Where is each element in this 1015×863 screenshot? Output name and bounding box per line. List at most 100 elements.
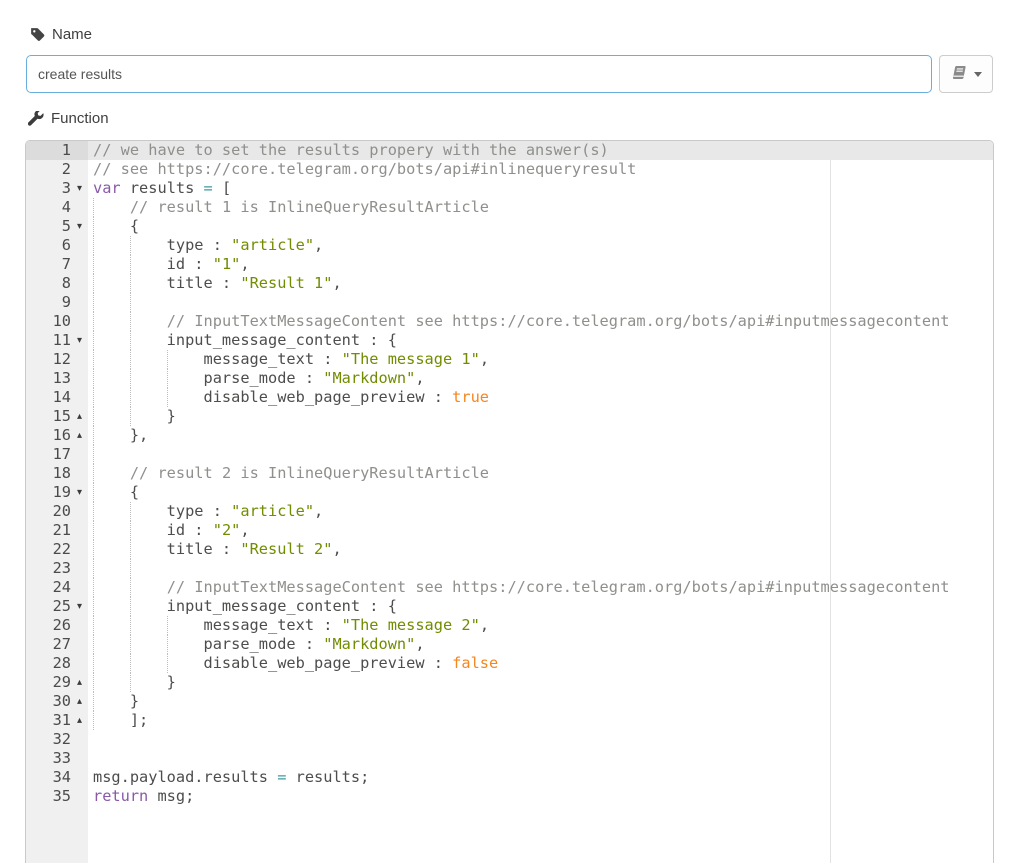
gutter-cell: 10	[26, 312, 88, 331]
line-number: 10	[26, 312, 71, 331]
fold-open-icon[interactable]: ▾	[71, 331, 88, 350]
fold-end-icon[interactable]: ▴	[71, 673, 88, 692]
gutter-cell: 8	[26, 274, 88, 293]
code-line-text: type : "article",	[88, 236, 993, 255]
line-number: 7	[26, 255, 71, 274]
indent-guide	[93, 445, 94, 464]
name-input[interactable]	[26, 55, 932, 93]
indent-guide	[93, 540, 94, 559]
line-number: 20	[26, 502, 71, 521]
indent-guide	[130, 654, 131, 673]
indent-guide	[167, 369, 168, 388]
code-editor[interactable]: 1// we have to set the results propery w…	[25, 140, 994, 863]
code-line: 27 parse_mode : "Markdown",	[26, 635, 993, 654]
gutter-cell: 26	[26, 616, 88, 635]
fold-end-icon[interactable]: ▴	[71, 407, 88, 426]
code-token: // InputTextMessageContent see https://c…	[167, 578, 950, 596]
code-token: input_message_content : {	[93, 331, 397, 349]
code-token: disable_web_page_preview :	[93, 388, 452, 406]
code-line-text: title : "Result 2",	[88, 540, 993, 559]
fold-spacer	[71, 160, 88, 179]
indent-guide	[130, 312, 131, 331]
code-line-text: disable_web_page_preview : true	[88, 388, 993, 407]
line-number: 3	[26, 179, 71, 198]
code-line: 30▴ }	[26, 692, 993, 711]
code-token: ,	[314, 502, 323, 520]
library-button[interactable]	[939, 55, 993, 93]
code-token: ,	[332, 540, 341, 558]
code-token: ,	[240, 521, 249, 539]
fold-end-icon[interactable]: ▴	[71, 692, 88, 711]
fold-open-icon[interactable]: ▾	[71, 179, 88, 198]
code-line: 18 // result 2 is InlineQueryResultArtic…	[26, 464, 993, 483]
line-number: 19	[26, 483, 71, 502]
indent-guide	[167, 350, 168, 369]
gutter-cell: 28	[26, 654, 88, 673]
code-token: false	[452, 654, 498, 672]
code-line-text: id : "2",	[88, 521, 993, 540]
code-token: input_message_content : {	[93, 597, 397, 615]
fold-spacer	[71, 255, 88, 274]
fold-open-icon[interactable]: ▾	[71, 217, 88, 236]
code-line-text: // InputTextMessageContent see https://c…	[88, 578, 993, 597]
tag-icon	[30, 27, 45, 42]
indent-guide	[93, 331, 94, 350]
gutter-cell: 4	[26, 198, 88, 217]
line-number: 31	[26, 711, 71, 730]
code-line-text: // result 2 is InlineQueryResultArticle	[88, 464, 993, 483]
code-line: 11▾ input_message_content : {	[26, 331, 993, 350]
code-line-text: message_text : "The message 1",	[88, 350, 993, 369]
gutter-cell: 31▴	[26, 711, 88, 730]
gutter-cell: 35	[26, 787, 88, 806]
line-number: 13	[26, 369, 71, 388]
gutter-cell: 17	[26, 445, 88, 464]
book-icon	[951, 65, 968, 83]
fold-open-icon[interactable]: ▾	[71, 597, 88, 616]
indent-guide	[93, 692, 94, 711]
gutter-cell: 32	[26, 730, 88, 749]
line-number: 27	[26, 635, 71, 654]
indent-guide	[93, 293, 94, 312]
indent-guide	[93, 521, 94, 540]
fold-spacer	[71, 312, 88, 331]
line-number: 34	[26, 768, 71, 787]
code-line: 26 message_text : "The message 2",	[26, 616, 993, 635]
fold-end-icon[interactable]: ▴	[71, 426, 88, 445]
line-number: 28	[26, 654, 71, 673]
line-number: 32	[26, 730, 71, 749]
line-number: 11	[26, 331, 71, 350]
code-line: 8 title : "Result 1",	[26, 274, 993, 293]
indent-guide	[93, 502, 94, 521]
code-token: // see https://core.telegram.org/bots/ap…	[93, 160, 636, 178]
code-line-text: title : "Result 1",	[88, 274, 993, 293]
indent-guide	[93, 217, 94, 236]
gutter-cell: 30▴	[26, 692, 88, 711]
code-line: 31▴ ];	[26, 711, 993, 730]
indent-guide	[93, 616, 94, 635]
line-number: 5	[26, 217, 71, 236]
code-line: 29▴ }	[26, 673, 993, 692]
code-token: id :	[93, 255, 213, 273]
code-line-text: disable_web_page_preview : false	[88, 654, 993, 673]
code-token: {	[93, 483, 139, 501]
fold-spacer	[71, 730, 88, 749]
indent-guide	[93, 711, 94, 730]
code-token: title :	[93, 274, 240, 292]
code-token: type :	[93, 502, 231, 520]
gutter-cell: 2	[26, 160, 88, 179]
code-token: "Markdown"	[323, 635, 415, 653]
indent-guide	[93, 673, 94, 692]
indent-guide	[93, 312, 94, 331]
fold-spacer	[71, 293, 88, 312]
name-field-label-text: Name	[52, 26, 92, 43]
gutter-cell: 5▾	[26, 217, 88, 236]
fold-end-icon[interactable]: ▴	[71, 711, 88, 730]
fold-open-icon[interactable]: ▾	[71, 483, 88, 502]
code-token: results	[121, 179, 204, 197]
indent-guide	[93, 236, 94, 255]
code-line-text: input_message_content : {	[88, 331, 993, 350]
indent-guide	[93, 369, 94, 388]
code-token	[93, 464, 130, 482]
code-line: 16▴ },	[26, 426, 993, 445]
code-token: {	[93, 217, 139, 235]
